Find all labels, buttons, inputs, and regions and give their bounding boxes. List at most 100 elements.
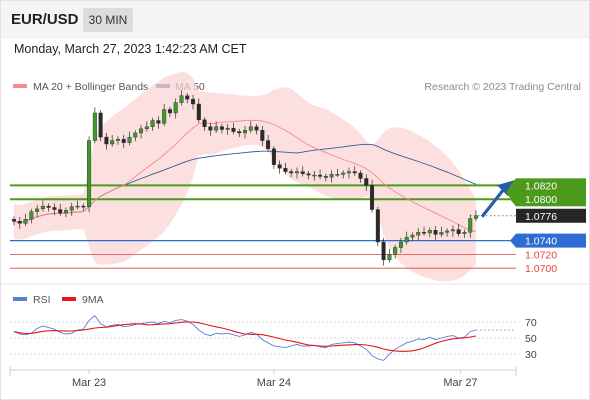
legend-ma20-label: MA 20 + Bollinger Bands <box>33 81 148 93</box>
rsi-panel: 70 50 30 <box>10 314 537 361</box>
legend-9ma-swatch <box>62 297 76 301</box>
candle-body-up <box>468 218 473 233</box>
candle-body-down <box>352 171 357 174</box>
candle-body-down <box>237 131 242 134</box>
candle-body-down <box>277 164 282 169</box>
candle-body-up <box>341 172 346 175</box>
x-tick-label: Mar 27 <box>443 377 477 389</box>
candle-body-down <box>167 109 172 114</box>
candle-body-up <box>427 230 432 234</box>
candle-body-up <box>127 136 132 143</box>
candle-body-down <box>318 174 323 177</box>
candle-body-up <box>179 95 184 103</box>
candle-body-up <box>248 126 253 131</box>
candle-body-down <box>46 205 51 208</box>
x-axis: Mar 23 Mar 24 Mar 27 <box>72 370 478 389</box>
candle-body-up <box>69 206 74 211</box>
level-label-1-0720: 1.0720 <box>525 249 557 261</box>
candle-body-up <box>23 219 28 224</box>
candle-body-up <box>115 138 120 141</box>
x-tick-label: Mar 24 <box>257 377 291 389</box>
rsi-level-label-70: 70 <box>525 317 537 329</box>
candle-body-up <box>63 210 68 214</box>
candle-body-up <box>225 127 230 130</box>
candle-body-up <box>87 140 92 207</box>
x-tick-label: Mar 23 <box>72 377 106 389</box>
candle-body-down <box>300 171 305 174</box>
candle-body-up <box>474 215 479 219</box>
legend-rsi-label: RSI <box>33 294 51 306</box>
candle-body-down <box>283 167 288 172</box>
candle-body-down <box>208 126 213 131</box>
candle-body-up <box>439 232 444 235</box>
price-labels: 1.0820 1.0800 1.0776 1.07401.0720 1.0700 <box>506 178 586 275</box>
candle-body-up <box>410 234 415 238</box>
candle-body-up <box>150 120 155 127</box>
candle-body-up <box>35 208 40 212</box>
candle-body-down <box>254 126 259 131</box>
candle-body-down <box>370 185 375 210</box>
candle-body-down <box>196 103 201 121</box>
bollinger-bands <box>14 71 476 282</box>
candle-body-down <box>202 119 207 127</box>
candle-body-down <box>306 173 311 176</box>
candle-body-up <box>242 129 247 134</box>
candle-body-up <box>393 247 398 255</box>
legend-rsi-swatch <box>13 297 27 301</box>
legend: MA 20 + Bollinger Bands MA 50 Research ©… <box>13 81 581 93</box>
candle-body-down <box>289 171 294 174</box>
candle-body-up <box>173 102 178 114</box>
credit-text: Research © 2023 Trading Central <box>424 81 581 93</box>
level-label-1-0800: 1.0800 <box>525 194 557 206</box>
forecast-arrow-shaft <box>480 189 505 218</box>
candle-body-down <box>52 207 57 210</box>
candle <box>87 136 92 213</box>
candle-body-up <box>144 126 149 130</box>
candle-body-down <box>456 229 461 234</box>
rsi-level-label-30: 30 <box>525 349 537 361</box>
candle <box>98 110 103 142</box>
candle-body-up <box>294 171 299 174</box>
candle-body-up <box>450 229 455 232</box>
level-label-1-0700: 1.0700 <box>525 263 557 275</box>
candle-body-down <box>266 140 271 150</box>
candle-body-down <box>191 98 196 105</box>
candle <box>381 237 386 266</box>
rsi-legend: RSI 9MA <box>13 294 104 306</box>
candle-body-down <box>156 120 161 124</box>
candle <box>387 248 392 263</box>
legend-9ma-label: 9MA <box>82 294 104 306</box>
candle-body-up <box>92 112 97 141</box>
candle-body-down <box>219 126 224 130</box>
candle-body-down <box>121 138 126 143</box>
candle-body-down <box>98 112 103 138</box>
candle-body-up <box>312 174 317 177</box>
level-tag-pointer <box>510 233 516 248</box>
candle-body-down <box>271 148 276 165</box>
level-label-1-0820: 1.0820 <box>525 180 557 192</box>
candle-body-down <box>58 209 63 214</box>
candle-body-up <box>416 232 421 236</box>
candle <box>271 146 276 169</box>
candle <box>92 107 97 144</box>
candle-body-down <box>358 172 363 179</box>
candle-body-up <box>139 128 144 134</box>
candle-body-down <box>185 95 190 100</box>
legend-ma20-swatch <box>13 84 27 88</box>
candle-body-up <box>445 230 450 233</box>
candle-body-down <box>323 176 328 178</box>
rsi-9ma-line <box>13 321 477 352</box>
candle-body-up <box>29 211 34 220</box>
current-price-label: 1.0776 <box>525 211 557 223</box>
rsi-level-label-50: 50 <box>525 333 537 345</box>
candle-body-up <box>133 132 138 138</box>
candle-body-up <box>329 174 334 178</box>
candle-body-up <box>110 140 115 145</box>
candle <box>375 206 380 247</box>
candle-body-down <box>381 241 386 261</box>
candle-body-up <box>214 126 219 131</box>
candle-body-down <box>375 209 380 243</box>
candle-body-down <box>433 230 438 235</box>
candle-body-up <box>346 171 351 174</box>
candle-body-up <box>398 241 403 248</box>
